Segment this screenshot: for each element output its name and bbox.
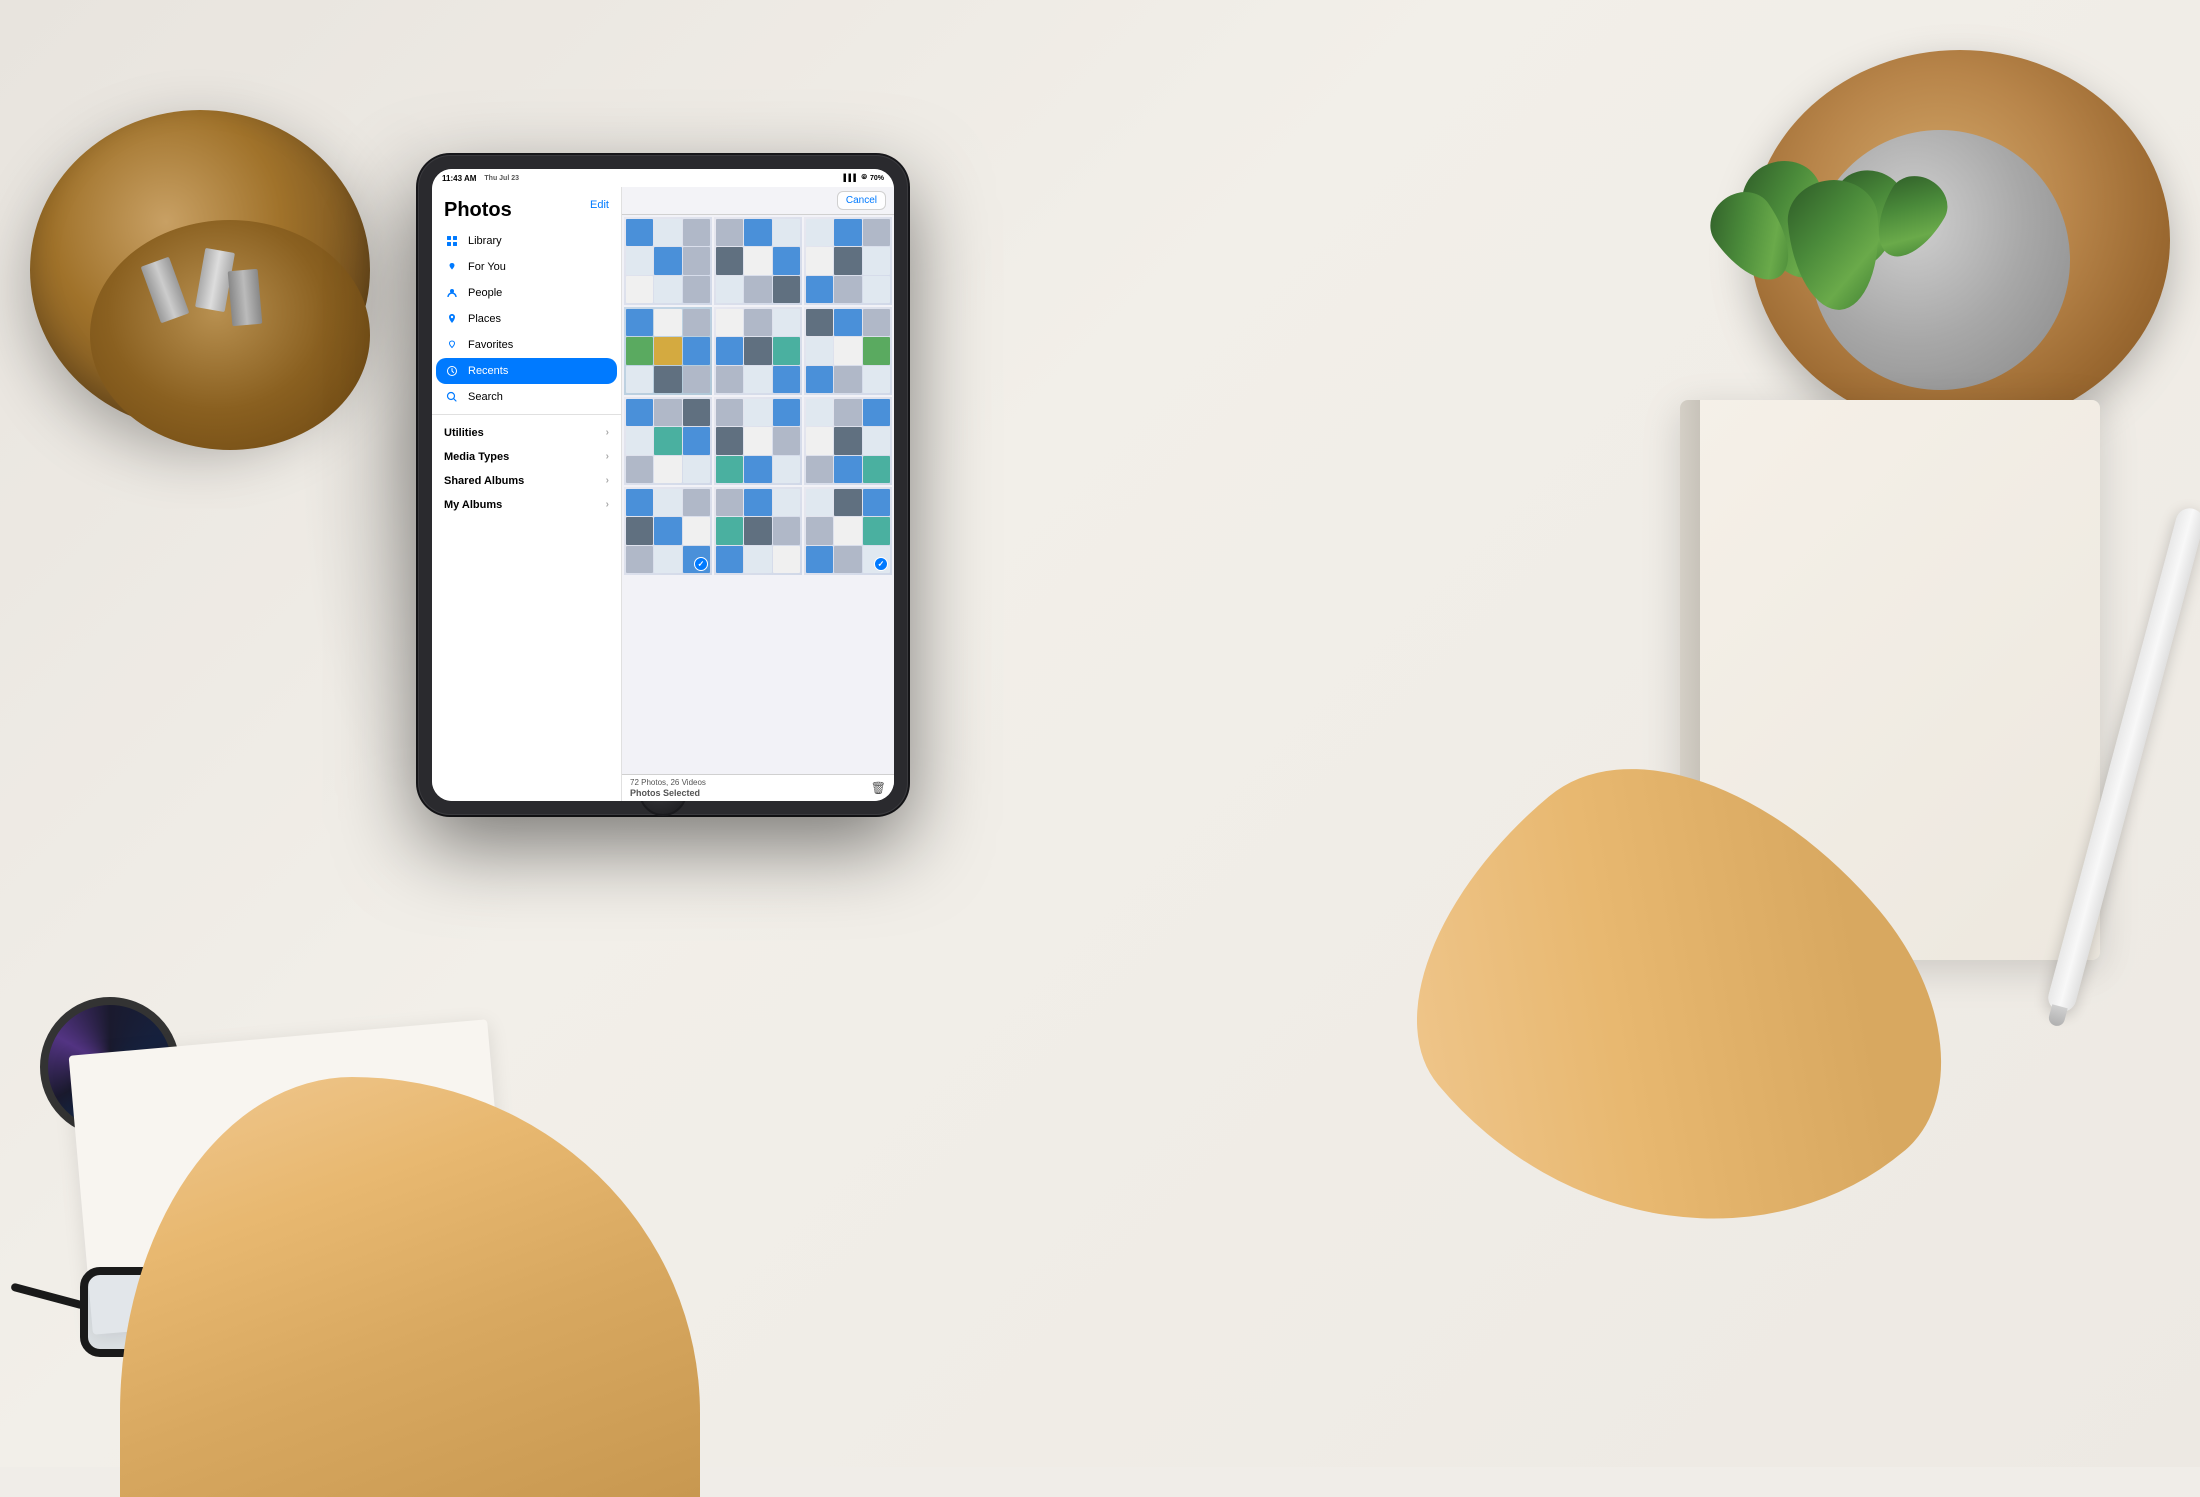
photo-thumb-9[interactable] xyxy=(804,397,892,485)
signal-icon: ▌▌▌ xyxy=(843,175,858,182)
library-icon xyxy=(444,233,460,249)
section-media-types[interactable]: Media Types › xyxy=(432,443,621,467)
photo-thumb-1[interactable] xyxy=(624,217,712,305)
nav-item-people[interactable]: People xyxy=(436,280,617,306)
selection-indicator-12 xyxy=(874,557,888,571)
trash-icon[interactable]: 🗑 xyxy=(871,781,886,795)
nav-label-people: People xyxy=(468,287,502,299)
nav-item-favorites[interactable]: Favorites xyxy=(436,332,617,358)
photo-thumb-8[interactable] xyxy=(714,397,802,485)
mini-screen-9 xyxy=(804,397,892,485)
ipad-screen: 11:43 AM Thu Jul 23 ▌▌▌ ⦾ 70% Photos Edi… xyxy=(432,169,894,801)
photos-sidebar: Photos Edit xyxy=(432,187,622,801)
nav-label-favorites: Favorites xyxy=(468,339,513,351)
nav-label-search: Search xyxy=(468,391,503,403)
nav-item-for-you[interactable]: For You xyxy=(436,254,617,280)
mini-screen-3 xyxy=(804,217,892,305)
photo-thumb-11[interactable] xyxy=(714,487,802,575)
selection-indicator-10 xyxy=(694,557,708,571)
photo-thumb-7[interactable] xyxy=(624,397,712,485)
edit-button[interactable]: Edit xyxy=(590,199,609,211)
places-icon xyxy=(444,311,460,327)
nav-item-recents[interactable]: Recents xyxy=(436,358,617,384)
photo-thumb-5[interactable] xyxy=(714,307,802,395)
footer-selected-text: Photos Selected xyxy=(630,788,706,798)
status-icons: ▌▌▌ ⦾ 70% xyxy=(843,174,884,182)
my-albums-chevron-icon: › xyxy=(606,499,609,510)
battery-icon: 70% xyxy=(870,175,884,182)
wifi-icon: ⦾ xyxy=(861,174,867,182)
nav-label-library: Library xyxy=(468,235,502,247)
split-view: Photos Edit xyxy=(432,187,894,801)
favorites-icon xyxy=(444,337,460,353)
mini-screen-4 xyxy=(624,307,712,395)
people-icon xyxy=(444,285,460,301)
photos-content: Cancel xyxy=(622,187,894,801)
sidebar-header: Photos Edit xyxy=(432,187,621,228)
photo-thumb-12[interactable] xyxy=(804,487,892,575)
photo-thumb-4[interactable] xyxy=(624,307,712,395)
binder-clip-3 xyxy=(228,269,263,326)
photo-thumb-6[interactable] xyxy=(804,307,892,395)
mini-screen-8 xyxy=(714,397,802,485)
search-icon xyxy=(444,389,460,405)
plant-leaves xyxy=(1690,160,1990,360)
content-footer: 72 Photos, 26 Videos Photos Selected 🗑 xyxy=(622,774,894,801)
cancel-button[interactable]: Cancel xyxy=(837,191,886,210)
nav-label-for-you: For You xyxy=(468,261,506,273)
for-you-icon xyxy=(444,259,460,275)
ipad-device: 11:43 AM Thu Jul 23 ▌▌▌ ⦾ 70% Photos Edi… xyxy=(418,155,908,815)
shared-albums-chevron-icon: › xyxy=(606,475,609,486)
photo-thumb-2[interactable] xyxy=(714,217,802,305)
status-time: 11:43 AM xyxy=(442,174,476,183)
nav-label-places: Places xyxy=(468,313,501,325)
section-utilities-label: Utilities xyxy=(444,427,484,439)
sidebar-title: Photos xyxy=(444,199,512,222)
sidebar-nav: Library For You xyxy=(432,228,621,410)
content-header: Cancel xyxy=(622,187,894,215)
mini-screen-7 xyxy=(624,397,712,485)
nav-item-library[interactable]: Library xyxy=(436,228,617,254)
media-types-chevron-icon: › xyxy=(606,451,609,462)
recents-icon xyxy=(444,363,460,379)
nav-item-search[interactable]: Search xyxy=(436,384,617,410)
photos-grid xyxy=(622,215,894,577)
wooden-tray xyxy=(1750,50,2170,430)
section-utilities[interactable]: Utilities › xyxy=(432,419,621,443)
nav-label-recents: Recents xyxy=(468,365,508,377)
nav-divider xyxy=(432,414,621,415)
plant-pot xyxy=(1810,130,2070,390)
section-shared-albums[interactable]: Shared Albums › xyxy=(432,467,621,491)
photo-thumb-10[interactable] xyxy=(624,487,712,575)
section-my-albums-label: My Albums xyxy=(444,499,502,511)
section-my-albums[interactable]: My Albums › xyxy=(432,491,621,515)
mini-screen-1 xyxy=(624,217,712,305)
mini-screen-11 xyxy=(714,487,802,575)
utilities-chevron-icon: › xyxy=(606,427,609,438)
plant-decoration xyxy=(1700,0,2200,420)
leaf-3 xyxy=(1785,176,1886,313)
status-date: Thu Jul 23 xyxy=(484,175,519,182)
section-media-types-label: Media Types xyxy=(444,451,509,463)
mini-screen-6 xyxy=(804,307,892,395)
mini-screen-2 xyxy=(714,217,802,305)
section-shared-albums-label: Shared Albums xyxy=(444,475,524,487)
nav-item-places[interactable]: Places xyxy=(436,306,617,332)
mini-screen-5 xyxy=(714,307,802,395)
photo-thumb-3[interactable] xyxy=(804,217,892,305)
footer-photos-count: 72 Photos, 26 Videos xyxy=(630,778,706,787)
status-bar: 11:43 AM Thu Jul 23 ▌▌▌ ⦾ 70% xyxy=(432,169,894,187)
